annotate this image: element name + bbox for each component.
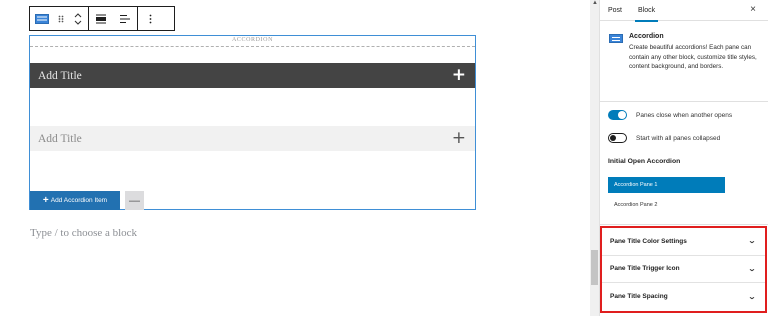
panel-pane-title-spacing[interactable]: Pane Title Spacing ⌄ [602, 283, 765, 311]
more-options-icon[interactable] [138, 7, 162, 30]
chevron-down-icon: ⌄ [747, 265, 757, 273]
minus-icon: — [129, 194, 140, 207]
accordion-block[interactable]: ACCORDION Add Title + Add Title + + Add … [29, 35, 476, 210]
block-appender-placeholder[interactable]: Type / to choose a block [30, 227, 137, 239]
initial-open-option[interactable]: Accordion Pane 2 [614, 202, 657, 208]
toggle-label: Start with all panes collapsed [636, 134, 721, 142]
initial-open-option-selected[interactable]: Accordion Pane 1 [608, 177, 725, 193]
accordion-block-label: ACCORDION [231, 37, 274, 43]
panel-label: Pane Title Spacing [610, 293, 668, 301]
scroll-up-icon[interactable]: ▲ [592, 0, 598, 6]
highlighted-panels: Pane Title Color Settings ⌄ Pane Title T… [600, 226, 767, 313]
plus-icon[interactable]: + [452, 67, 466, 84]
toggle-panes-close[interactable]: Panes close when another opens [608, 110, 732, 120]
tab-block[interactable]: Block [630, 0, 663, 22]
sidebar-divider [600, 224, 768, 225]
add-accordion-item-label: Add Accordion Item [50, 197, 108, 204]
toggle-label: Panes close when another opens [636, 111, 733, 119]
panel-label: Pane Title Color Settings [610, 237, 687, 245]
block-card-description: Create beautiful accordions! Each pane c… [629, 44, 757, 70]
toolbar-group-align [89, 7, 138, 30]
block-card-title: Accordion [629, 33, 664, 40]
sidebar-tabs: Post Block × [600, 0, 768, 22]
accordion-divider [30, 46, 475, 47]
toggle-switch-on[interactable] [608, 110, 627, 120]
panel-pane-title-color-settings[interactable]: Pane Title Color Settings ⌄ [602, 228, 765, 256]
accordion-pane-title[interactable]: Add Title + [30, 63, 475, 88]
block-card: Accordion Create beautiful accordions! E… [609, 33, 763, 72]
toolbar-group-block [30, 7, 89, 30]
accordion-pane-title[interactable]: Add Title + [30, 126, 475, 151]
remove-accordion-item-button[interactable]: — [125, 191, 144, 210]
sidebar-divider [600, 101, 768, 102]
plus-icon: + [42, 195, 49, 206]
add-accordion-item-button[interactable]: + Add Accordion Item [30, 191, 120, 210]
close-icon[interactable]: × [750, 4, 756, 15]
toolbar-group-more [138, 7, 162, 30]
drag-handle-icon[interactable] [54, 7, 68, 30]
block-toolbar [29, 6, 175, 31]
toggle-switch-off[interactable] [608, 133, 627, 143]
pane-title-text[interactable]: Add Title [38, 70, 82, 82]
chevron-down-icon: ⌄ [747, 238, 757, 246]
panel-label: Pane Title Trigger Icon [610, 265, 680, 273]
accordion-block-icon [609, 34, 623, 43]
move-up-down-icon[interactable] [68, 7, 88, 30]
align-left-icon[interactable] [113, 7, 137, 30]
align-full-icon[interactable] [89, 7, 113, 30]
initial-open-accordion-label: Initial Open Accordion [608, 158, 681, 165]
panel-pane-title-trigger-icon[interactable]: Pane Title Trigger Icon ⌄ [602, 256, 765, 284]
tab-post[interactable]: Post [600, 0, 630, 21]
scrollbar-thumb[interactable] [591, 250, 598, 285]
toggle-start-collapsed[interactable]: Start with all panes collapsed [608, 133, 720, 143]
accordion-block-icon[interactable] [30, 7, 54, 30]
pane-title-text[interactable]: Add Title [38, 133, 82, 145]
chevron-down-icon: ⌄ [747, 293, 757, 301]
plus-icon[interactable]: + [452, 130, 466, 147]
